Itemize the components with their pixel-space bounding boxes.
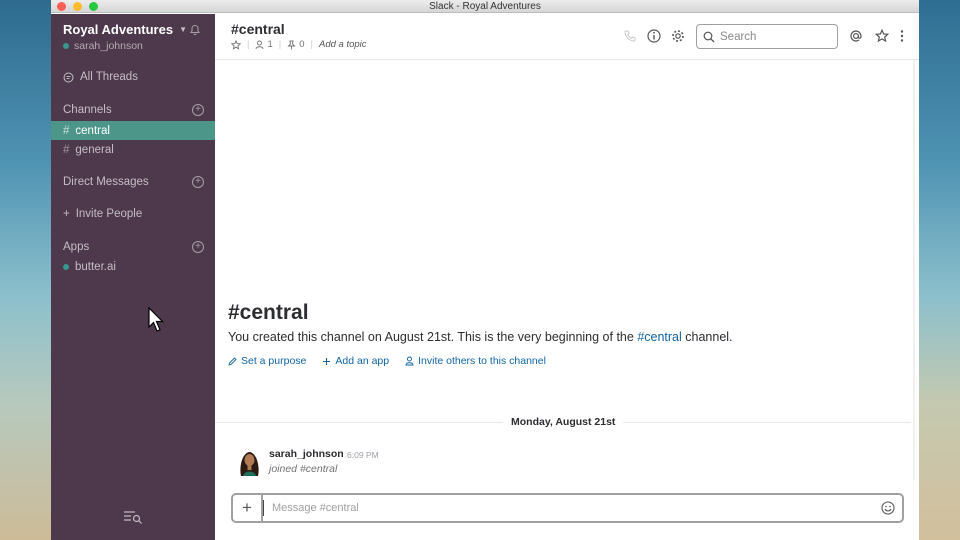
apps-header[interactable]: Apps xyxy=(63,241,89,253)
message-input[interactable]: Message #central xyxy=(263,500,874,516)
intro-text: You created this channel on August 21st.… xyxy=(228,330,733,344)
all-threads-label: All Threads xyxy=(80,71,138,83)
pins-count: 0 xyxy=(299,39,305,50)
dm-header-label: Direct Messages xyxy=(63,176,149,188)
intro-text-before: You created this channel on August 21st.… xyxy=(228,330,638,344)
apps-header-label: Apps xyxy=(63,241,90,253)
intro-text-after: channel. xyxy=(681,330,733,344)
presence-dot xyxy=(63,264,69,270)
user-name: sarah_johnson xyxy=(74,40,143,52)
team-name: Royal Adventures xyxy=(63,22,174,37)
channel-hash: # xyxy=(63,143,70,156)
title-bar: Slack - Royal Adventures xyxy=(51,0,919,13)
set-purpose-link[interactable]: Set a purpose xyxy=(228,355,306,367)
all-threads-link[interactable]: All Threads xyxy=(63,71,138,83)
channel-link[interactable]: #central xyxy=(637,330,681,344)
desktop-background-right xyxy=(919,0,960,540)
emoji-icon xyxy=(881,501,895,515)
intro-actions: Set a purpose Add an app Invite others t… xyxy=(228,355,546,367)
starred-items-icon[interactable] xyxy=(875,29,889,43)
emoji-button[interactable] xyxy=(874,501,902,515)
pins-count-button[interactable]: 0 xyxy=(287,39,305,50)
channel-name: central xyxy=(75,124,110,137)
channel-header: #central | 1 | 0 | Add a topic Search xyxy=(215,14,919,60)
add-app-plus: + xyxy=(195,241,201,252)
search-list-icon[interactable] xyxy=(123,510,143,524)
attach-plus-icon: + xyxy=(242,498,252,517)
sidebar-item-butter-ai[interactable]: butter.ai xyxy=(63,261,116,273)
phone-icon[interactable] xyxy=(623,29,637,43)
close-window-button[interactable] xyxy=(57,2,66,11)
invite-plus-icon: + xyxy=(63,208,70,220)
pin-icon xyxy=(287,40,296,49)
invite-others-link[interactable]: Invite others to this channel xyxy=(405,355,546,367)
separator: | xyxy=(247,39,250,50)
day-label: Monday, August 21st xyxy=(503,416,624,428)
channel-meta: | 1 | 0 | Add a topic xyxy=(231,39,367,50)
invite-others-label: Invite others to this channel xyxy=(418,355,546,367)
minimize-window-button[interactable] xyxy=(73,2,82,11)
add-channel-plus: + xyxy=(195,104,201,115)
add-channel-button[interactable]: + xyxy=(192,104,204,116)
message-body: joined #central xyxy=(269,463,338,475)
channels-header[interactable]: Channels xyxy=(63,104,112,116)
add-dm-plus: + xyxy=(195,176,201,187)
members-count: 1 xyxy=(267,39,273,50)
window-controls xyxy=(57,2,98,11)
message-author[interactable]: sarah_johnson xyxy=(269,448,344,460)
separator: | xyxy=(310,39,313,50)
invite-people-link[interactable]: + Invite People xyxy=(63,208,142,220)
add-app-label: Add an app xyxy=(335,355,390,367)
user-icon xyxy=(256,40,264,49)
message-composer: + Message #central xyxy=(231,493,904,523)
sidebar-item-general[interactable]: # general xyxy=(51,140,215,159)
separator: | xyxy=(278,39,282,50)
search-icon xyxy=(703,31,715,42)
search-input[interactable]: Search xyxy=(696,24,838,49)
bell-icon[interactable] xyxy=(189,24,201,36)
more-options-icon[interactable] xyxy=(898,29,906,43)
avatar[interactable] xyxy=(235,447,264,476)
set-purpose-label: Set a purpose xyxy=(241,355,307,367)
slack-window: Slack - Royal Adventures Royal Adventure… xyxy=(51,0,919,540)
invite-label: Invite People xyxy=(75,208,143,220)
channel-hash: # xyxy=(63,124,70,137)
window-title: Slack - Royal Adventures xyxy=(429,1,541,12)
pencil-icon xyxy=(228,356,237,366)
channel-view: #central | 1 | 0 | Add a topic Search #c… xyxy=(215,14,919,540)
direct-messages-header[interactable]: Direct Messages xyxy=(63,176,149,188)
add-dm-button[interactable]: + xyxy=(192,176,204,188)
add-app-link[interactable]: Add an app xyxy=(322,355,389,367)
threads-icon xyxy=(63,72,74,82)
info-icon[interactable] xyxy=(647,29,661,43)
user-icon xyxy=(405,356,414,366)
search-placeholder: Search xyxy=(720,30,757,43)
channel-name: general xyxy=(75,143,114,156)
mentions-icon[interactable] xyxy=(849,29,863,43)
channels-header-label: Channels xyxy=(63,104,112,116)
mouse-pointer-icon xyxy=(148,307,164,332)
message-timestamp[interactable]: 6:09 PM xyxy=(347,450,379,460)
desktop-background-left xyxy=(0,0,51,540)
chevron-down-icon: ▼ xyxy=(179,25,187,34)
team-switcher[interactable]: Royal Adventures ▼ xyxy=(63,22,187,37)
members-count-button[interactable]: 1 xyxy=(255,39,273,50)
user-avatar-image xyxy=(235,447,264,476)
attach-button[interactable]: + xyxy=(233,495,263,521)
maximize-window-button[interactable] xyxy=(89,2,98,11)
channel-title: #central xyxy=(231,21,285,37)
add-app-button[interactable]: + xyxy=(192,241,204,253)
intro-title: #central xyxy=(228,301,309,324)
star-icon[interactable] xyxy=(231,39,241,50)
add-topic-link[interactable]: Add a topic xyxy=(319,39,367,50)
scrollbar[interactable] xyxy=(913,60,915,480)
sidebar: Royal Adventures ▼ sarah_johnson All Thr… xyxy=(51,14,215,540)
current-user[interactable]: sarah_johnson xyxy=(63,40,143,52)
gear-icon[interactable] xyxy=(671,29,685,43)
presence-dot xyxy=(63,43,69,49)
plus-icon xyxy=(323,357,331,365)
sidebar-item-central[interactable]: # central xyxy=(51,121,215,140)
app-name: butter.ai xyxy=(75,261,116,273)
